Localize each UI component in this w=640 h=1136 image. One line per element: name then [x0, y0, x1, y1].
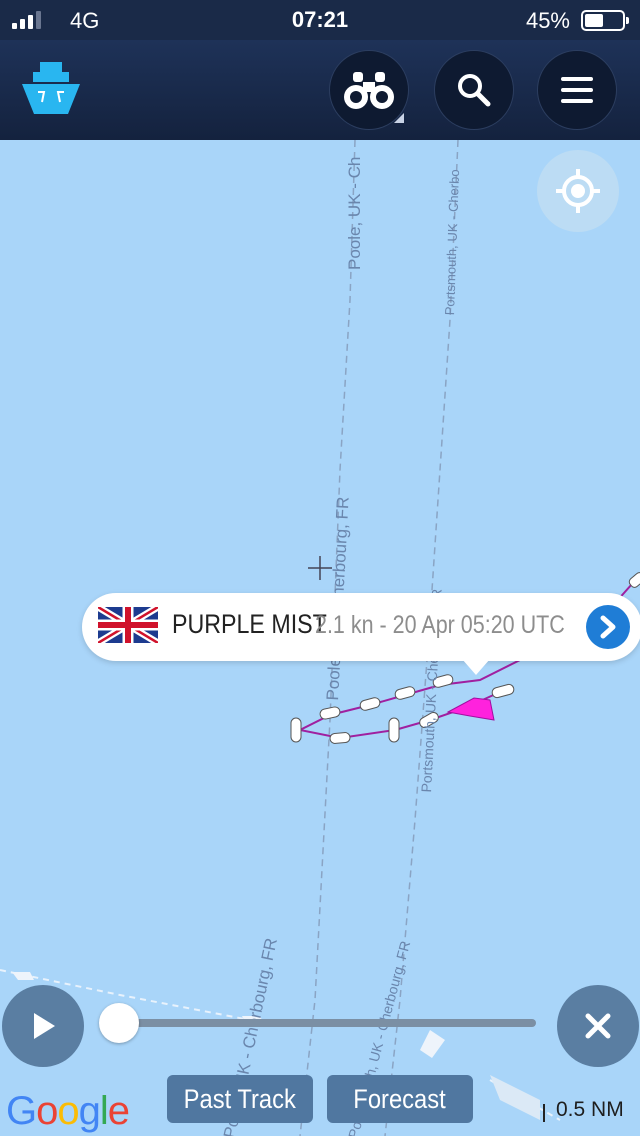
hamburger-menu-icon — [561, 77, 593, 103]
ship-icon[interactable] — [18, 58, 84, 124]
vessel-popup[interactable]: PURPLE MIST 2.1 kn - 20 Apr 05:20 UTC — [82, 593, 640, 675]
locate-me-button[interactable] — [537, 150, 619, 232]
chevron-right-icon — [600, 615, 616, 639]
battery-percent: 45% — [525, 8, 570, 33]
buoy-marker — [12, 972, 34, 980]
app-bar — [0, 40, 640, 140]
vessel-details-button[interactable] — [586, 605, 630, 649]
vessel-name: PURPLE MIST — [172, 609, 327, 639]
play-icon — [34, 1013, 55, 1039]
more-options-indicator — [394, 113, 404, 123]
close-icon — [585, 1013, 611, 1039]
scale-label: 0.5 NM — [556, 1098, 624, 1121]
google-logo: Google — [6, 1089, 130, 1133]
close-playback-button[interactable] — [557, 985, 639, 1067]
uk-flag-icon — [98, 607, 158, 643]
route-label: Poole, UK - Ch — [345, 156, 364, 270]
past-track-button[interactable]: Past Track — [167, 1075, 313, 1123]
scale-bar — [543, 1104, 545, 1122]
forecast-button[interactable]: Forecast — [327, 1075, 473, 1123]
crosshair-target-icon — [556, 169, 600, 213]
status-bar: 4G 07:21 45% — [0, 0, 640, 40]
play-button[interactable] — [2, 985, 84, 1067]
binoculars-icon — [344, 72, 394, 109]
playback-slider-thumb[interactable] — [99, 1003, 139, 1043]
battery-icon — [581, 10, 629, 31]
search-icon — [458, 74, 491, 107]
playback-slider-track[interactable] — [118, 1019, 536, 1027]
search-button[interactable] — [434, 50, 514, 130]
menu-button[interactable] — [537, 50, 617, 130]
popup-pointer — [462, 659, 490, 675]
vessel-marker[interactable] — [446, 697, 495, 721]
land-patch — [420, 1030, 445, 1058]
binoculars-button[interactable] — [329, 50, 409, 130]
land-patch — [490, 1075, 540, 1120]
vessel-speed-time: 2.1 kn - 20 Apr 05:20 UTC — [315, 611, 565, 639]
